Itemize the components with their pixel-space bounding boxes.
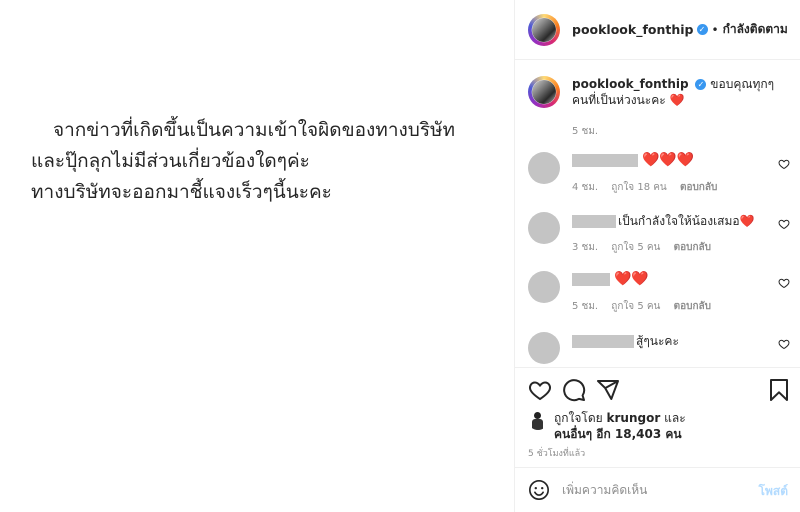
comment-text: ❤️❤️❤️ — [642, 152, 695, 168]
avatar[interactable] — [528, 76, 560, 108]
comment-likes[interactable]: ถูกใจ 5 คน — [611, 301, 660, 312]
bookmark-icon[interactable] — [767, 378, 791, 402]
commenter-avatar[interactable] — [528, 271, 560, 303]
liker-username[interactable]: krungor — [607, 411, 661, 425]
likes-prefix: ถูกใจโดย — [554, 411, 603, 425]
comment-input[interactable] — [562, 480, 742, 500]
heart-icon[interactable] — [528, 378, 552, 402]
comment-meta: 3 ชม. ถูกใจ 5 คน ตอบกลับ — [572, 240, 721, 255]
reply-button[interactable]: ตอบกลับ — [680, 182, 717, 193]
comment-icon[interactable] — [562, 378, 586, 402]
post-header: pooklook_fonthip ✓ • กำลังติดตาม — [515, 0, 800, 60]
comment-meta: 4 ชม. ถูกใจ 18 คน ตอบกลับ — [572, 180, 727, 195]
comment-time: 5 ชม. — [572, 301, 599, 312]
commenter-avatar[interactable] — [528, 152, 560, 184]
post-image[interactable]: จากข่าวที่เกิดขึ้นเป็นความเข้าใจผิดของทา… — [0, 0, 515, 512]
comment-likes[interactable]: ถูกใจ 18 คน — [611, 182, 666, 193]
comment-heart-icon[interactable] — [778, 338, 790, 350]
liker-avatar[interactable] — [528, 410, 548, 430]
separator-dot: • — [711, 22, 719, 37]
action-bar: ถูกใจโดย krungor และ คนอื่นๆ อีก 18,403 … — [515, 367, 800, 467]
blurred-username[interactable] — [572, 153, 638, 167]
comment-heart-icon[interactable] — [778, 218, 790, 230]
likes-text: ถูกใจโดย krungor และ คนอื่นๆ อีก 18,403 … — [554, 410, 686, 442]
comment-body: ❤️❤️❤️ — [572, 153, 694, 167]
blurred-username[interactable] — [572, 214, 616, 228]
comment-item: ❤️❤️ 5 ชม. ถูกใจ 5 คน ตอบกลับ — [528, 271, 790, 321]
likes-others[interactable]: คนอื่นๆ อีก 18,403 คน — [554, 427, 682, 441]
post-caption: pooklook_fonthip ✓ ขอบคุณทุกๆคนที่เป็นห่… — [528, 76, 790, 108]
comment-body: สู้ๆนะคะ — [572, 333, 679, 349]
comment-likes[interactable]: ถูกใจ 5 คน — [611, 242, 660, 253]
share-icon[interactable] — [596, 378, 620, 402]
blurred-username[interactable] — [572, 272, 610, 286]
post-text-line: และปุ๊กลุกไม่มีส่วนเกี่ยวข้องใดๆค่ะ — [31, 150, 310, 172]
add-comment-section: โพสต์ — [515, 467, 800, 512]
comment-heart-icon[interactable] — [778, 158, 790, 170]
comment-meta: 5 ชม. ถูกใจ 5 คน ตอบกลับ — [572, 299, 721, 314]
following-button[interactable]: กำลังติดตาม — [723, 20, 788, 39]
likes-and: และ — [664, 411, 686, 425]
verified-badge-icon: ✓ — [696, 24, 708, 35]
emoji-icon[interactable] — [528, 479, 550, 501]
commenter-avatar[interactable] — [528, 332, 560, 364]
comment-heart-icon[interactable] — [778, 277, 790, 289]
comment-time: 4 ชม. — [572, 182, 599, 193]
header-username[interactable]: pooklook_fonthip — [572, 22, 694, 37]
comment-time: 3 ชม. — [572, 242, 599, 253]
post-text-line: จากข่าวที่เกิดขึ้นเป็นความเข้าใจผิดของทา… — [53, 119, 456, 141]
reply-button[interactable]: ตอบกลับ — [674, 242, 711, 253]
avatar[interactable] — [528, 13, 560, 46]
post-sidebar: pooklook_fonthip ✓ • กำลังติดตาม pookloo… — [515, 0, 800, 512]
comment-body: เป็นกำลังใจให้น้องเสมอ❤️ — [572, 213, 755, 229]
caption-time: 5 ชม. — [572, 126, 599, 137]
reply-button[interactable]: ตอบกลับ — [674, 301, 711, 312]
post-image-text: จากข่าวที่เกิดขึ้นเป็นความเข้าใจผิดของทา… — [31, 115, 501, 208]
comment-item: เป็นกำลังใจให้น้องเสมอ❤️ 3 ชม. ถูกใจ 5 ค… — [528, 212, 790, 262]
blurred-username[interactable] — [572, 334, 634, 348]
verified-badge-icon: ✓ — [695, 79, 707, 90]
post-timestamp[interactable]: 5 ชั่วโมงที่แล้ว — [528, 446, 585, 460]
comment-text: เป็นกำลังใจให้น้องเสมอ❤️ — [618, 214, 755, 228]
caption-username[interactable]: pooklook_fonthip — [572, 77, 689, 91]
likes-summary: ถูกใจโดย krungor และ คนอื่นๆ อีก 18,403 … — [528, 410, 686, 442]
comment-body: ❤️❤️ — [572, 272, 649, 286]
post-comment-button[interactable]: โพสต์ — [759, 482, 788, 501]
comment-item: สู้ๆนะคะ — [528, 332, 790, 366]
comment-text: สู้ๆนะคะ — [636, 334, 679, 348]
comment-item: ❤️❤️❤️ 4 ชม. ถูกใจ 18 คน ตอบกลับ — [528, 152, 790, 202]
comment-text: ❤️❤️ — [614, 271, 649, 287]
caption-text: pooklook_fonthip ✓ ขอบคุณทุกๆคนที่เป็นห่… — [572, 76, 790, 108]
comments-list[interactable]: pooklook_fonthip ✓ ขอบคุณทุกๆคนที่เป็นห่… — [515, 61, 800, 366]
post-text-line: ทางบริษัทจะออกมาชี้แจงเร็วๆนี้นะคะ — [31, 181, 332, 203]
commenter-avatar[interactable] — [528, 212, 560, 244]
